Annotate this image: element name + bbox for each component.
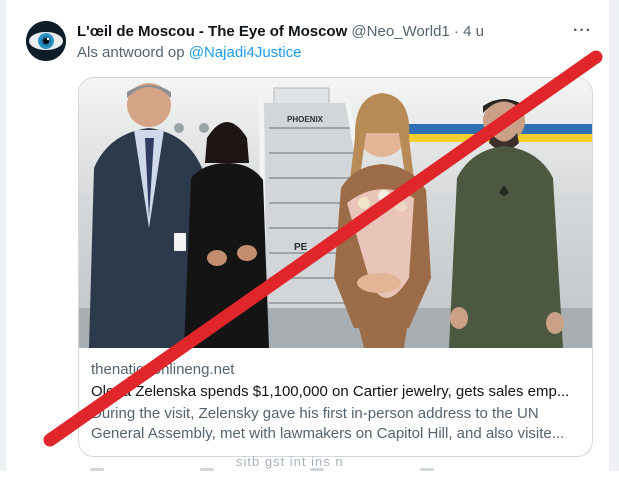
reply-context: Als antwoord op @Najadi4Justice (77, 43, 302, 63)
user-handle[interactable]: @Neo_World1 (351, 23, 449, 40)
timestamp[interactable]: 4 u (463, 23, 484, 40)
photo-airport-arrival: PHOENIX PE (79, 78, 592, 348)
reply-prefix: Als antwoord op (77, 44, 185, 61)
card-domain: thenationonlineng.net (91, 361, 235, 378)
tweet-actions-partial (90, 468, 490, 479)
overlay-caption: sitb gst int ins n (236, 454, 344, 469)
link-preview-card[interactable]: PHOENIX PE thenationonlineng.net Olena Z… (78, 77, 593, 457)
card-title: Olena Zelenska spends $1,100,000 on Cart… (91, 383, 570, 400)
tweet-header: L'œil de Moscou - The Eye of Moscow @Neo… (77, 22, 484, 42)
separator: · (453, 23, 459, 40)
avatar[interactable] (26, 21, 66, 61)
card-image[interactable]: PHOENIX PE (79, 78, 592, 348)
stair-sign-phoenix: PHOENIX (287, 115, 324, 124)
display-name[interactable]: L'œil de Moscou - The Eye of Moscow (77, 23, 347, 40)
more-options-icon[interactable]: ··· (573, 22, 592, 40)
card-text: thenationonlineng.net Olena Zelenska spe… (91, 360, 583, 444)
card-description: During the visit, Zelensky gave his firs… (91, 405, 565, 442)
stair-sign-pe: PE (294, 242, 308, 253)
tweet[interactable]: L'œil de Moscou - The Eye of Moscow @Neo… (6, 8, 609, 471)
reply-to-link[interactable]: @Najadi4Justice (189, 44, 302, 61)
window-frame-right (609, 0, 619, 471)
eye-icon (26, 21, 66, 61)
